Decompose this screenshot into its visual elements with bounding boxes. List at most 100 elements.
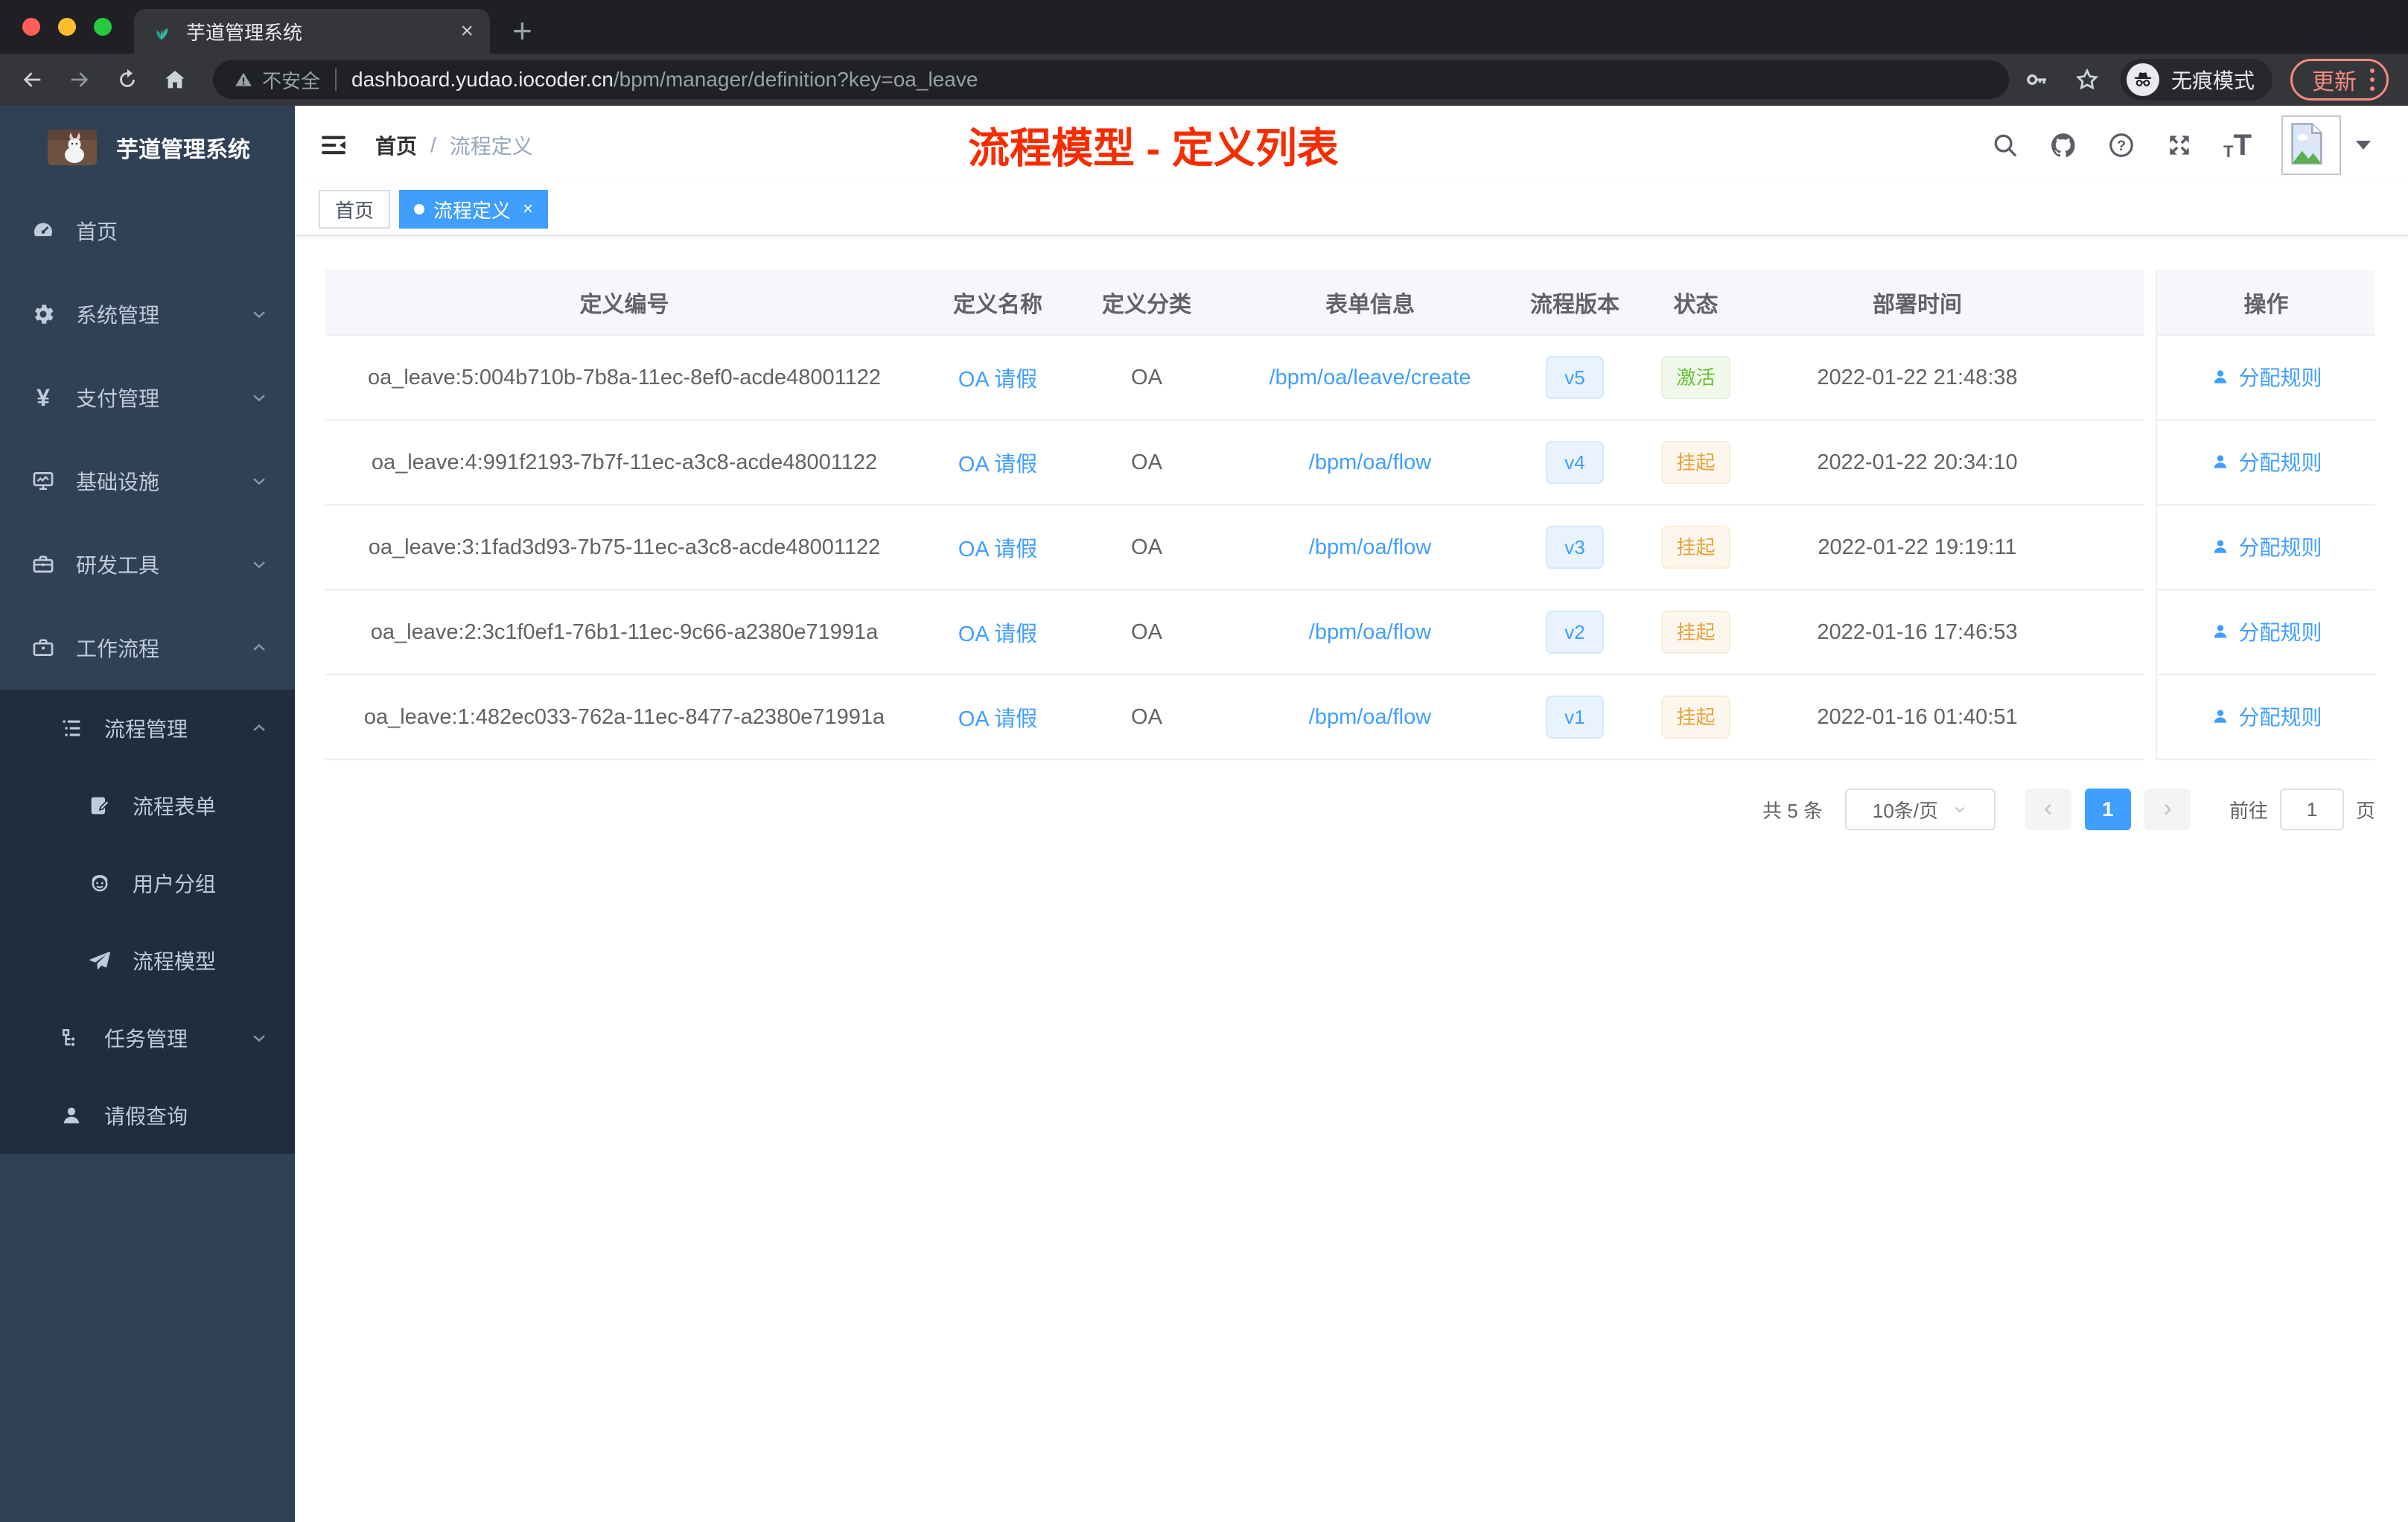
sidebar-item-dev[interactable]: 研发工具 [0,523,295,606]
url-path: /bpm/manager/definition?key=oa_leave [613,68,978,91]
sidebar-item-system[interactable]: 系统管理 [0,273,295,356]
user-group-icon [86,870,113,897]
chevron-left-icon [2044,803,2051,815]
assign-rule-button[interactable]: 分配规则 [2210,532,2322,561]
tab-close-icon[interactable]: × [460,20,474,42]
password-key-icon[interactable] [2025,68,2049,92]
sidebar: 芋道管理系统 首页 系统管理 ¥ 支付管理 基础设施 研发工具 工作流程 流程管… [0,106,295,1522]
page-size-select[interactable]: 10条/页 [1844,789,1995,830]
font-size-icon[interactable]: TT [2223,130,2252,160]
breadcrumb-current: 流程定义 [449,134,533,158]
filler-cell [2074,505,2144,590]
sidebar-item-task-mgmt[interactable]: 任务管理 [0,999,295,1077]
browser-menu-kebab-icon[interactable] [2370,69,2374,91]
sidebar-item-home[interactable]: 首页 [0,189,295,273]
fullscreen-icon[interactable] [2165,131,2194,159]
chevron-down-icon [253,395,265,402]
sidebar-item-workflow[interactable]: 工作流程 [0,606,295,690]
new-tab-button[interactable]: + [512,13,532,48]
sidebar-item-leave-query[interactable]: 请假查询 [0,1077,295,1154]
breadcrumb-home[interactable]: 首页 [375,130,417,160]
reload-icon[interactable] [115,67,140,92]
svg-text:?: ? [2117,137,2126,153]
browser-tab[interactable]: 芋道管理系统 × [134,9,490,54]
toolbox-icon [30,551,57,578]
bookmark-star-icon[interactable] [2074,67,2100,92]
browser-toolbar: 不安全 dashboard.yudao.iocoder.cn /bpm/mana… [0,54,2408,106]
page-size-value: 10条/页 [1872,799,1939,822]
close-window-button[interactable] [22,18,40,36]
col-filler [2074,270,2144,336]
definition-name-link[interactable]: OA 请假 [958,368,1037,392]
sidebar-logo[interactable]: 芋道管理系统 [0,106,295,189]
sidebar-item-label: 流程管理 [104,718,188,741]
definition-name-link[interactable]: OA 请假 [958,707,1037,731]
col-actions: 操作 [2156,270,2375,336]
avatar[interactable] [2281,115,2341,175]
search-icon[interactable] [1991,131,2019,159]
deploy-time: 2022-01-16 01:40:51 [1761,675,2074,760]
fixed-column-gap [2144,270,2156,335]
form-pen-icon [86,792,113,819]
form-link[interactable]: /bpm/oa/leave/create [1270,366,1471,389]
assign-rule-button[interactable]: 分配规则 [2210,447,2322,477]
assign-rule-button[interactable]: 分配规则 [2210,701,2322,731]
definition-table: 定义编号 定义名称 定义分类 表单信息 流程版本 状态 部署时间 操作 oa_l… [325,270,2375,760]
sidebar-menu: 首页 系统管理 ¥ 支付管理 基础设施 研发工具 工作流程 流程管理 流程表单 … [0,189,295,1154]
assign-rule-button[interactable]: 分配规则 [2210,617,2322,646]
definition-category: OA [1072,505,1221,590]
home-icon[interactable] [162,67,188,92]
tag-close-icon[interactable]: × [523,199,533,220]
deploy-time: 2022-01-16 17:46:53 [1761,590,2074,675]
chevron-up-icon [253,724,265,731]
select-caret-down-icon [1955,806,1965,813]
sidebar-item-label: 系统管理 [76,304,160,327]
monitor-icon [30,468,57,494]
sidebar-item-infra[interactable]: 基础设施 [0,439,295,523]
user-icon [2214,540,2227,553]
tag-home[interactable]: 首页 [319,190,391,229]
address-bar[interactable]: 不安全 dashboard.yudao.iocoder.cn /bpm/mana… [213,60,2009,99]
current-page-button[interactable]: 1 [2084,789,2131,830]
github-icon[interactable] [2049,131,2077,159]
form-link[interactable]: /bpm/oa/flow [1309,535,1431,559]
zoom-window-button[interactable] [94,18,112,36]
sidebar-item-process-model[interactable]: 流程模型 [0,922,295,999]
page-unit-label: 页 [2355,799,2375,822]
hamburger-icon[interactable] [319,130,348,160]
definition-name-link[interactable]: OA 请假 [958,538,1037,561]
sidebar-item-process-form[interactable]: 流程表单 [0,767,295,844]
next-page-button[interactable] [2144,789,2191,830]
definition-name-link[interactable]: OA 请假 [958,453,1037,477]
browser-tabstrip: 芋道管理系统 × + [0,0,2408,54]
definition-name-link[interactable]: OA 请假 [958,623,1037,646]
chevron-down-icon [253,561,265,569]
form-link[interactable]: /bpm/oa/flow [1309,620,1431,644]
sidebar-item-pay[interactable]: ¥ 支付管理 [0,356,295,439]
assign-rule-button[interactable]: 分配规则 [2210,362,2322,392]
filler-cell [2074,335,2144,421]
goto-page-input[interactable]: 1 [2279,789,2344,830]
col-definition-name: 定义名称 [923,270,1072,336]
tag-process-definition[interactable]: 流程定义 × [399,190,549,229]
form-link[interactable]: /bpm/oa/flow [1309,450,1431,474]
minimize-window-button[interactable] [58,18,76,36]
tree-table-icon [58,715,85,742]
prev-page-button[interactable] [2025,789,2071,830]
avatar-caret-down-icon[interactable] [2356,140,2371,150]
definition-id: oa_leave:4:991f2193-7b7f-11ec-a3c8-acde4… [325,420,923,506]
sidebar-item-label: 支付管理 [76,387,160,410]
status-badge: 挂起 [1661,526,1730,569]
help-icon[interactable]: ? [2107,131,2135,159]
back-icon[interactable] [19,67,45,92]
sidebar-item-user-group[interactable]: 用户分组 [0,844,295,922]
app-title: 芋道管理系统 [116,138,250,162]
header-actions: ? TT [1961,115,2371,175]
form-link[interactable]: /bpm/oa/flow [1309,705,1431,729]
definition-category: OA [1072,420,1221,506]
chevron-up-icon [253,643,265,651]
sidebar-item-label: 工作流程 [76,637,160,660]
browser-update-button[interactable]: 更新 [2290,59,2389,101]
sidebar-item-process-mgmt[interactable]: 流程管理 [0,690,295,767]
forward-icon[interactable] [67,67,92,92]
